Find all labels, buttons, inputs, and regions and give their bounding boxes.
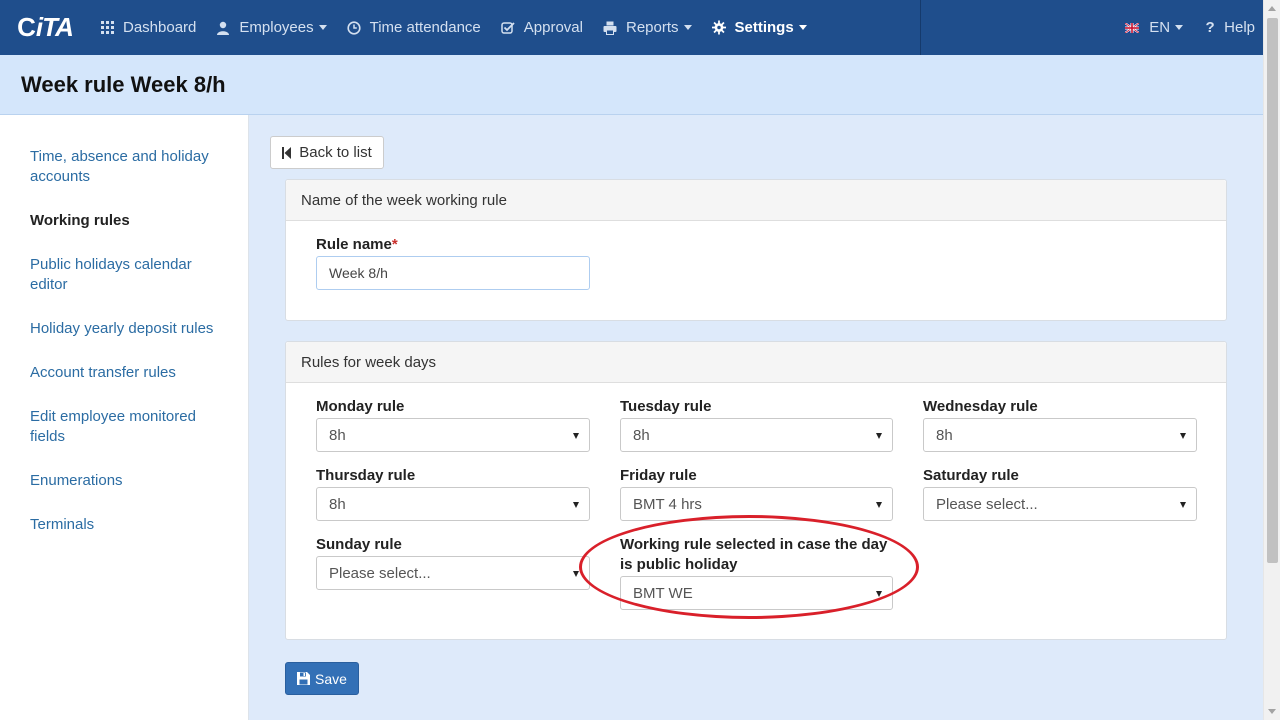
- help-label: Help: [1224, 19, 1255, 36]
- required-mark: *: [391, 236, 398, 253]
- sidebar-item-enumerations[interactable]: Enumerations: [30, 471, 218, 491]
- wednesday-rule-label: Wednesday rule: [923, 398, 1038, 415]
- gear-icon: [711, 20, 726, 35]
- friday-rule-label: Friday rule: [620, 467, 697, 484]
- friday-rule-value: BMT 4 hrs: [633, 495, 702, 513]
- save-label: Save: [315, 670, 347, 687]
- scroll-down-arrow-icon[interactable]: [1268, 709, 1276, 714]
- user-icon: [216, 21, 230, 35]
- sidebar-item-holiday-deposit[interactable]: Holiday yearly deposit rules: [30, 319, 218, 339]
- chevron-down-icon: [683, 25, 692, 30]
- nav-settings[interactable]: Settings: [702, 0, 817, 55]
- tuesday-rule-select[interactable]: 8h: [620, 418, 893, 452]
- sidebar-item-public-holidays[interactable]: Public holidays calendar editor: [30, 255, 218, 295]
- tuesday-rule-label: Tuesday rule: [620, 398, 712, 415]
- monday-rule-value: 8h: [329, 426, 346, 444]
- rule-name-panel-heading: Name of the week working rule: [286, 180, 1226, 221]
- holiday-rule-select[interactable]: BMT WE: [620, 576, 893, 610]
- main-content: Back to list Name of the week working ru…: [249, 115, 1263, 720]
- uk-flag-icon: [1125, 22, 1140, 33]
- nav-dashboard-label: Dashboard: [123, 19, 197, 36]
- sidebar-item-monitored-fields[interactable]: Edit employee monitored fields: [30, 407, 218, 447]
- nav-time-attendance[interactable]: Time attendance: [337, 0, 491, 55]
- thursday-rule-value: 8h: [329, 495, 346, 513]
- grid-icon: [100, 21, 114, 35]
- rule-name-panel: Name of the week working rule Rule name*…: [285, 179, 1227, 321]
- floppy-disk-icon: [297, 672, 311, 685]
- step-backward-icon: [282, 146, 292, 159]
- brand-logo[interactable]: CiTA: [0, 0, 90, 55]
- back-to-list-label: Back to list: [299, 144, 372, 161]
- chevron-down-icon: [798, 25, 807, 30]
- saturday-rule-value: Please select...: [936, 495, 1038, 513]
- nav-divider: [920, 0, 921, 55]
- nav-employees-label: Employees: [239, 19, 314, 36]
- week-days-panel-heading: Rules for week days: [286, 342, 1226, 383]
- rule-name-label: Rule name*: [316, 235, 398, 255]
- nav-reports-label: Reports: [625, 19, 679, 36]
- thursday-rule-label: Thursday rule: [316, 467, 416, 484]
- page-scrollbar[interactable]: [1263, 0, 1280, 720]
- nav-dashboard[interactable]: Dashboard: [90, 0, 206, 55]
- week-days-panel: Rules for week days Monday rule 8h Tuesd…: [285, 341, 1227, 640]
- dropdown-arrow-icon: [876, 502, 882, 508]
- language-selector[interactable]: EN: [1115, 0, 1193, 55]
- sidebar-item-account-transfer[interactable]: Account transfer rules: [30, 363, 218, 383]
- clock-icon: [346, 20, 361, 35]
- nav-approval[interactable]: Approval: [491, 0, 593, 55]
- dropdown-arrow-icon: [573, 502, 579, 508]
- chevron-down-icon: [318, 25, 327, 30]
- nav-employees[interactable]: Employees: [206, 0, 336, 55]
- tuesday-rule-value: 8h: [633, 426, 650, 444]
- dropdown-arrow-icon: [1180, 502, 1186, 508]
- nav-reports[interactable]: Reports: [593, 0, 702, 55]
- question-icon: ?: [1205, 19, 1215, 36]
- saturday-rule-select[interactable]: Please select...: [923, 487, 1197, 521]
- sunday-rule-value: Please select...: [329, 564, 431, 582]
- dropdown-arrow-icon: [876, 433, 882, 439]
- rule-name-input[interactable]: Week 8/h: [316, 256, 590, 290]
- rule-name-label-text: Rule name: [316, 236, 392, 253]
- monday-rule-label: Monday rule: [316, 398, 405, 415]
- nav-right: EN ? Help: [1115, 0, 1257, 55]
- back-to-list-button[interactable]: Back to list: [270, 136, 384, 169]
- page-title: Week rule Week 8/h: [21, 71, 226, 97]
- nav-approval-label: Approval: [523, 19, 583, 36]
- printer-icon: [603, 21, 617, 35]
- holiday-rule-value: BMT WE: [633, 584, 693, 602]
- wednesday-rule-select[interactable]: 8h: [923, 418, 1197, 452]
- page-header: Week rule Week 8/h: [0, 55, 1263, 115]
- nav-time-attendance-label: Time attendance: [369, 19, 481, 36]
- sidebar-item-terminals[interactable]: Terminals: [30, 515, 218, 535]
- scroll-thumb[interactable]: [1267, 18, 1278, 563]
- save-button[interactable]: Save: [285, 662, 359, 695]
- monday-rule-select[interactable]: 8h: [316, 418, 590, 452]
- sunday-rule-label: Sunday rule: [316, 536, 402, 553]
- top-navbar: CiTA Dashboard Employees Time attendance…: [0, 0, 1263, 55]
- check-square-icon: [501, 21, 515, 35]
- dropdown-arrow-icon: [573, 433, 579, 439]
- scroll-up-arrow-icon[interactable]: [1268, 6, 1276, 11]
- sidebar-item-accounts[interactable]: Time, absence and holiday accounts: [30, 147, 218, 187]
- dropdown-arrow-icon: [1180, 433, 1186, 439]
- friday-rule-select[interactable]: BMT 4 hrs: [620, 487, 893, 521]
- dropdown-arrow-icon: [876, 591, 882, 597]
- holiday-rule-label: Working rule selected in case the day is…: [620, 536, 888, 573]
- nav-settings-label: Settings: [734, 19, 794, 36]
- settings-sidebar: Time, absence and holiday accounts Worki…: [0, 115, 249, 720]
- wednesday-rule-value: 8h: [936, 426, 953, 444]
- dropdown-arrow-icon: [573, 571, 579, 577]
- help-link[interactable]: ? Help: [1193, 0, 1257, 55]
- chevron-down-icon: [1175, 25, 1184, 30]
- language-label: EN: [1149, 19, 1171, 36]
- sunday-rule-select[interactable]: Please select...: [316, 556, 590, 590]
- saturday-rule-label: Saturday rule: [923, 467, 1019, 484]
- sidebar-item-working-rules[interactable]: Working rules: [30, 211, 218, 231]
- thursday-rule-select[interactable]: 8h: [316, 487, 590, 521]
